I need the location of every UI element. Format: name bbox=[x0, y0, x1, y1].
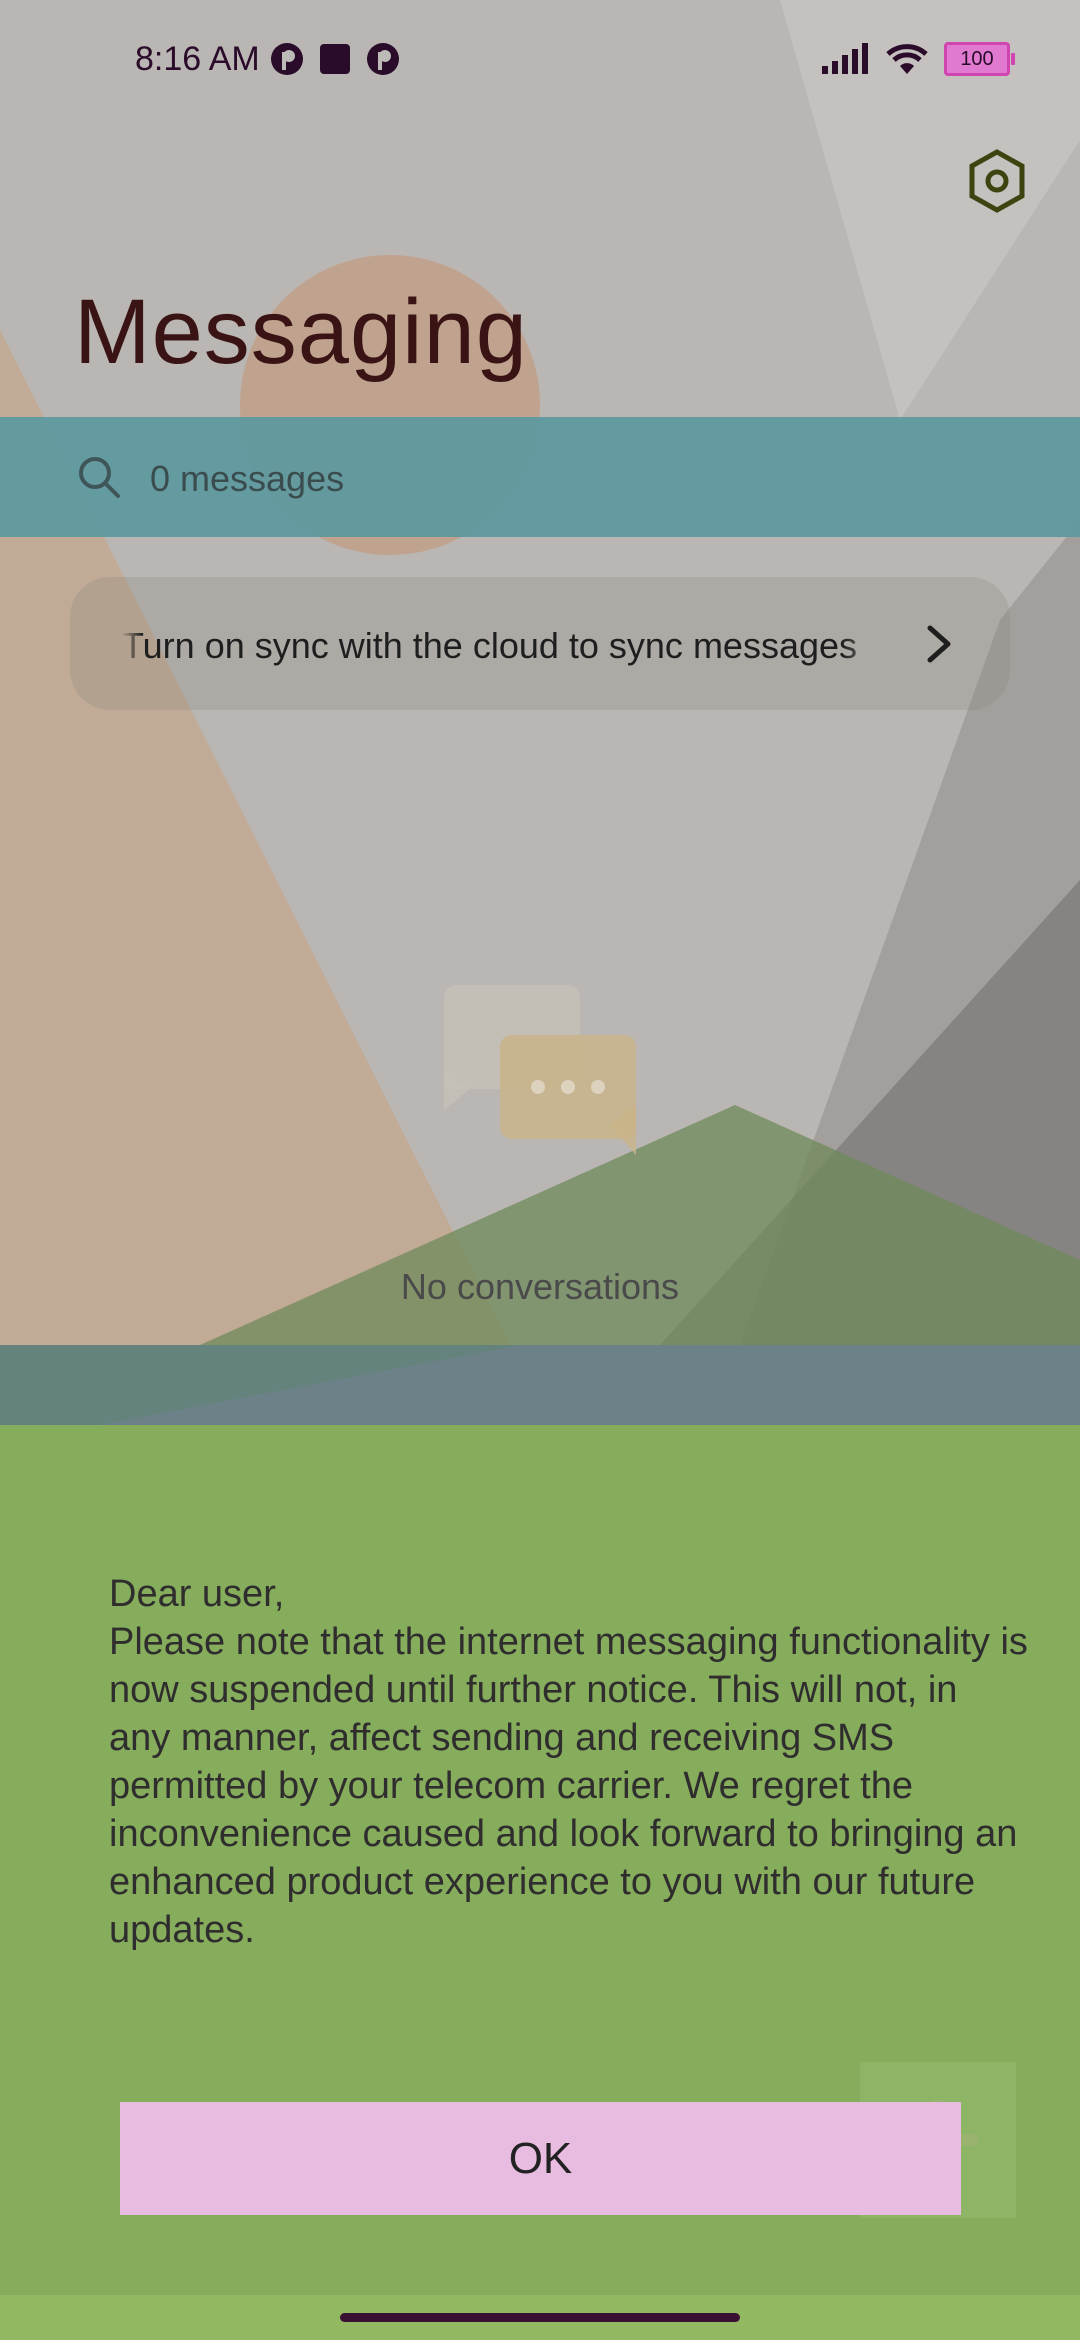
status-notification-icons bbox=[270, 42, 400, 76]
search-icon[interactable] bbox=[76, 454, 122, 500]
status-system-icons: 100 bbox=[820, 42, 1015, 76]
messaging-screen: 8:16 AM 100 Messaging 0 messages Turn on… bbox=[0, 0, 1080, 2340]
empty-state-text: No conversations bbox=[400, 1266, 680, 1307]
pinterest-like-icon bbox=[367, 43, 399, 75]
page-title: Messaging bbox=[74, 281, 528, 383]
signal-icon bbox=[822, 43, 868, 74]
pinterest-like-icon bbox=[271, 43, 303, 75]
search-input[interactable]: 0 messages bbox=[150, 458, 344, 500]
dialog-greeting: Dear user, bbox=[109, 1573, 285, 1615]
battery-icon: 100 bbox=[944, 42, 1015, 76]
square-icon bbox=[320, 44, 350, 74]
status-bar: 8:16 AM 100 bbox=[0, 0, 1080, 120]
gear-icon[interactable] bbox=[964, 148, 1030, 214]
status-time: 8:16 AM bbox=[135, 40, 260, 78]
chat-bubbles-icon bbox=[444, 985, 636, 1155]
battery-level: 100 bbox=[960, 47, 994, 70]
sync-banner-text[interactable]: Turn on sync with the cloud to sync mess… bbox=[122, 625, 888, 673]
chevron-right-icon[interactable] bbox=[918, 620, 962, 668]
ok-button[interactable]: OK bbox=[120, 2102, 961, 2215]
dialog-text: Please note that the internet messaging … bbox=[109, 1621, 1028, 1951]
home-indicator[interactable] bbox=[340, 2313, 740, 2322]
dialog-message: Dear user, Please note that the internet… bbox=[109, 1570, 1029, 1954]
wifi-icon bbox=[886, 44, 928, 74]
